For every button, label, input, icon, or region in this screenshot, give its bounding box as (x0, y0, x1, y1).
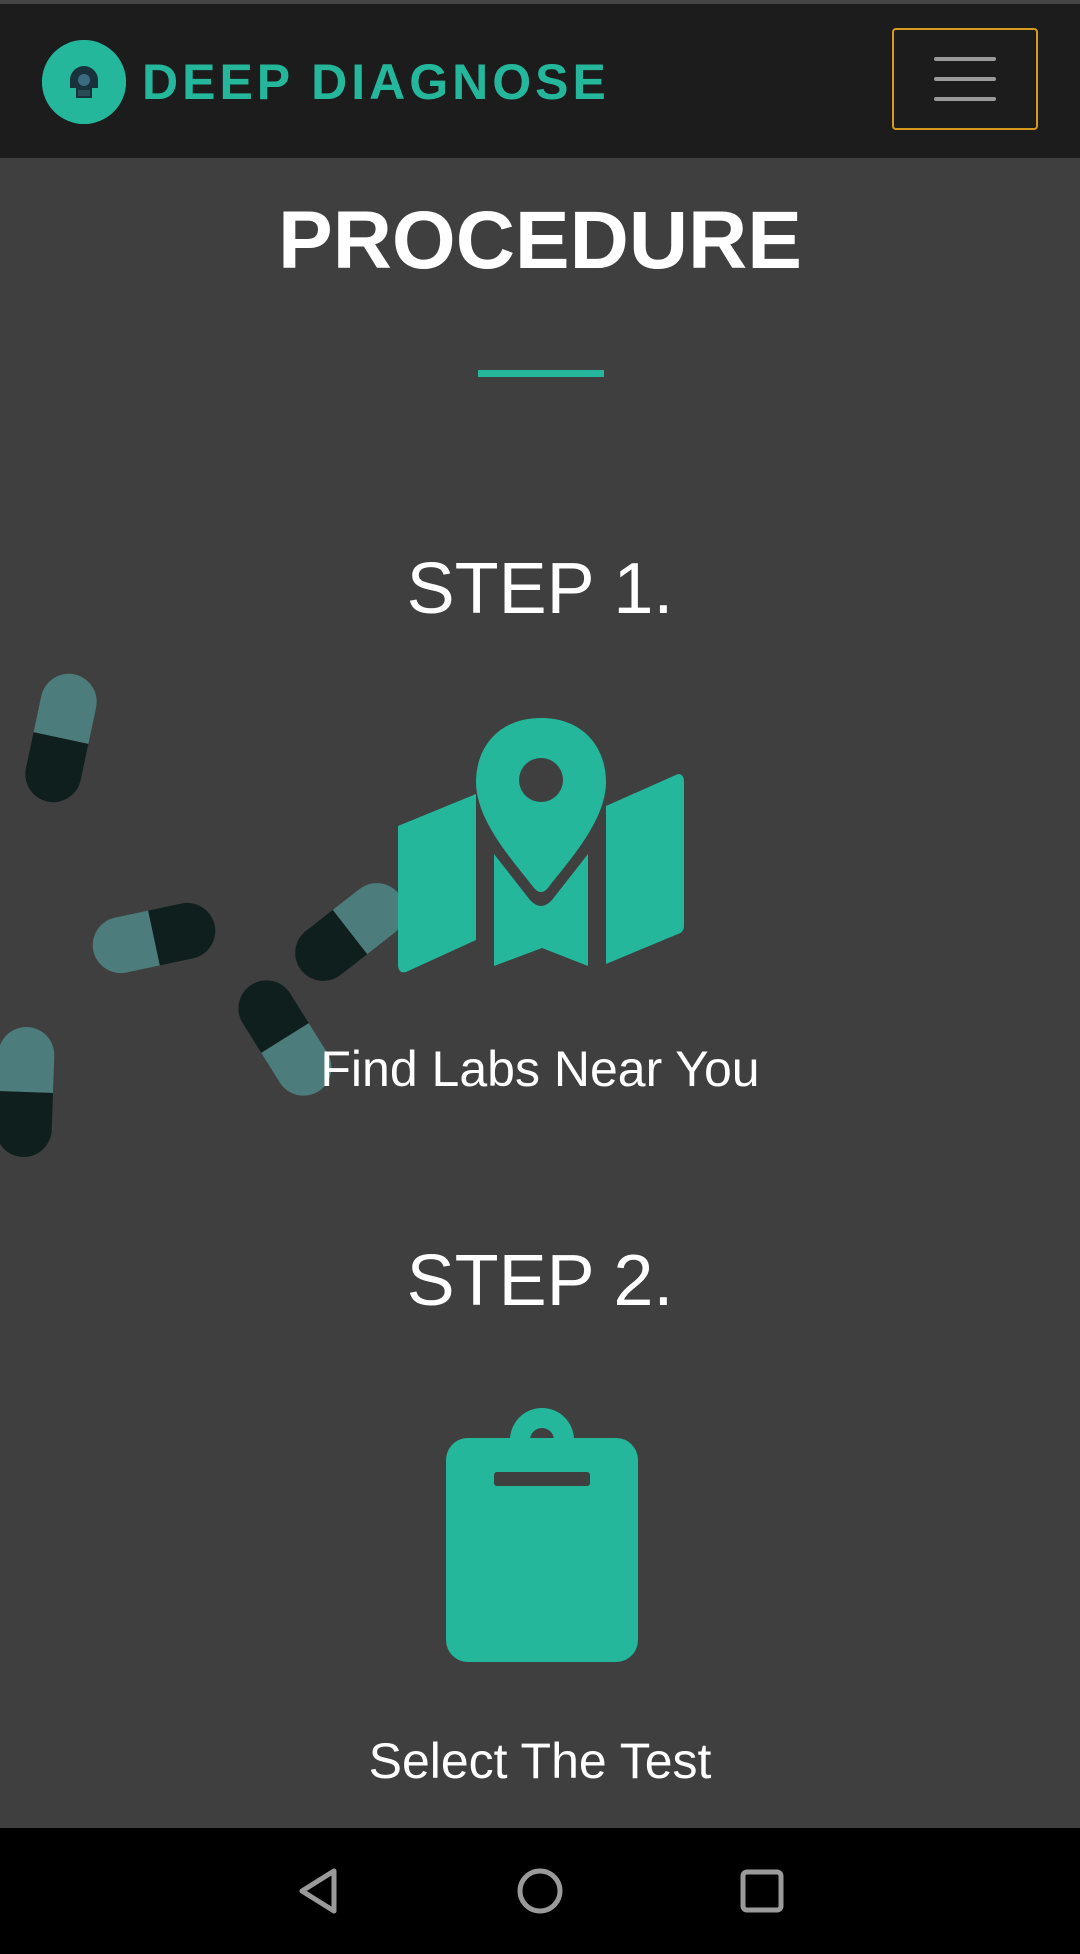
step-2-title: STEP 2. (406, 1241, 674, 1321)
step-1-title: STEP 1. (406, 549, 674, 629)
system-navigation-bar (0, 1828, 1080, 1954)
step-2-text: Select The Test (368, 1733, 712, 1789)
page-title: PROCEDURE (278, 195, 802, 286)
menu-bar-icon (934, 77, 996, 81)
menu-bar-icon (934, 57, 996, 61)
home-icon[interactable] (512, 1863, 568, 1919)
hamburger-menu-button[interactable] (892, 28, 1038, 130)
clipboard-icon (446, 1408, 638, 1667)
recents-icon[interactable] (734, 1863, 790, 1919)
map-marker-icon (398, 718, 684, 979)
title-underline (478, 370, 604, 377)
brand-link[interactable]: DEEP DIAGNOSE (42, 40, 610, 124)
procedure-section: PROCEDURE STEP 1. Find Labs Near You STE… (0, 158, 1080, 1828)
capsule-decoration (87, 897, 221, 979)
capsule-decoration (283, 871, 417, 993)
top-navbar: DEEP DIAGNOSE (0, 4, 1080, 158)
brand-name: DEEP DIAGNOSE (142, 54, 610, 110)
capsule-decoration (20, 668, 102, 808)
menu-bar-icon (934, 97, 996, 101)
back-icon[interactable] (292, 1863, 348, 1919)
brain-scan-logo-icon (42, 40, 126, 124)
step-1-text: Find Labs Near You (320, 1041, 760, 1097)
